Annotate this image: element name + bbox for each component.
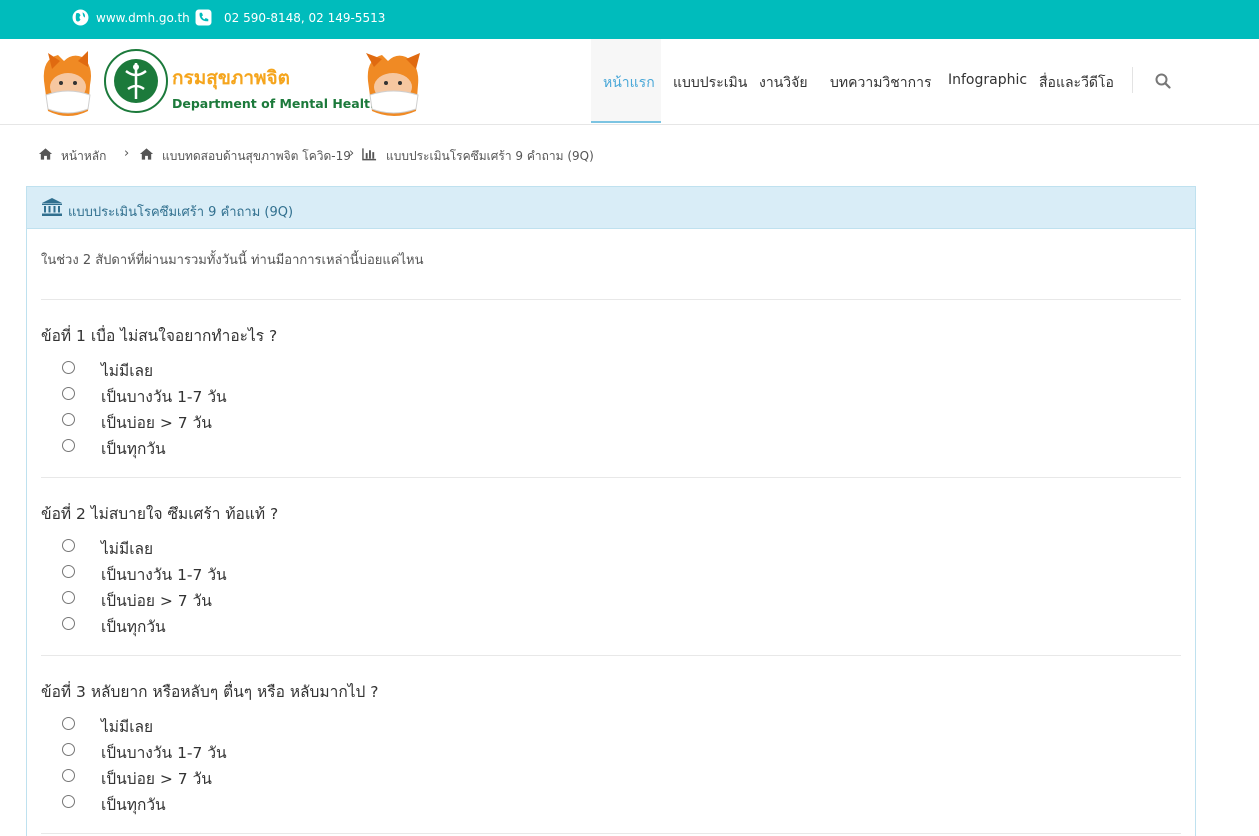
institution-icon [42,198,62,216]
question-title: ข้อที่ 3 หลับยาก หรือหลับๆ ตื่นๆ หรือ หล… [41,683,379,701]
option-none[interactable]: ไม่มีเลย [62,357,362,380]
mascot-right-icon [366,53,420,116]
ministry-seal-icon [104,49,168,113]
nav-item-media[interactable]: สื่อและวีดีโอ [1039,72,1114,94]
nav-item-assessment[interactable]: แบบประเมิน [673,72,747,94]
option-often[interactable]: เป็นบ่อย > 7 วัน [62,587,362,610]
option-some-days[interactable]: เป็นบางวัน 1-7 วัน [62,383,362,406]
brand-name-en: Department of Mental Health [172,96,379,111]
home-icon [139,148,154,160]
radio-button[interactable] [62,439,75,452]
bar-chart-icon [362,148,377,161]
divider [41,833,1181,834]
mascot-left-icon [43,51,91,116]
option-label: ไม่มีเลย [101,362,154,380]
option-every-day[interactable]: เป็นทุกวัน [62,791,362,814]
question-title: ข้อที่ 2 ไม่สบายใจ ซึมเศร้า ท้อแท้ ? [41,505,279,523]
brand-name-th: กรมสุขภาพจิต [172,67,291,89]
option-some-days[interactable]: เป็นบางวัน 1-7 วัน [62,739,362,762]
option-often[interactable]: เป็นบ่อย > 7 วัน [62,409,362,432]
radio-button[interactable] [62,617,75,630]
radio-button[interactable] [62,795,75,808]
radio-button[interactable] [62,387,75,400]
site-logo[interactable]: กรมสุขภาพจิต Department of Mental Health [38,47,430,127]
radio-button[interactable] [62,717,75,730]
site-header: กรมสุขภาพจิต Department of Mental Health… [0,39,1259,125]
radio-button[interactable] [62,565,75,578]
chevron-right-icon: › [349,146,355,161]
radio-button[interactable] [62,743,75,756]
radio-button[interactable] [62,769,75,782]
radio-button[interactable] [62,413,75,426]
question-title: ข้อที่ 1 เบื่อ ไม่สนใจอยากทำอะไร ? [41,327,278,345]
breadcrumb-home[interactable]: หน้าหลัก [61,147,106,166]
panel-title: แบบประเมินโรคซึมเศร้า 9 คำถาม (9Q) [68,205,294,220]
option-often[interactable]: เป็นบ่อย > 7 วัน [62,765,362,788]
assessment-instructions: ในช่วง 2 สัปดาห์ที่ผ่านมารวมทั้งวันนี้ ท… [41,253,424,268]
phone-icon [195,9,212,26]
top-contact-bar: www.dmh.go.th 02 590-8148, 02 149-5513 [0,0,1259,39]
option-label: เป็นบางวัน 1-7 วัน [101,388,227,406]
option-some-days[interactable]: เป็นบางวัน 1-7 วัน [62,561,362,584]
nav-item-home[interactable]: หน้าแรก [603,72,655,94]
radio-button[interactable] [62,591,75,604]
breadcrumb-current: แบบประเมินโรคซึมเศร้า 9 คำถาม (9Q) [386,149,594,163]
home-icon [38,148,53,160]
panel-heading: แบบประเมินโรคซึมเศร้า 9 คำถาม (9Q) [27,187,1195,229]
option-label: ไม่มีเลย [101,540,154,558]
option-label: เป็นทุกวัน [101,440,166,458]
search-icon[interactable] [1155,73,1171,89]
option-none[interactable]: ไม่มีเลย [62,535,362,558]
divider [41,477,1181,478]
breadcrumb-covid-tests[interactable]: แบบทดสอบด้านสุขภาพจิต โควิด-19 [162,147,351,166]
option-label: เป็นบางวัน 1-7 วัน [101,566,227,584]
option-label: เป็นบ่อย > 7 วัน [101,414,212,432]
nav-item-research[interactable]: งานวิจัย [759,72,808,94]
nav-item-articles[interactable]: บทความวิชาการ [830,72,932,94]
divider [41,299,1181,300]
phone-number[interactable]: 02 590-8148, 02 149-5513 [224,11,385,25]
option-label: เป็นบางวัน 1-7 วัน [101,744,227,762]
divider [41,655,1181,656]
globe-icon [72,9,89,26]
option-none[interactable]: ไม่มีเลย [62,713,362,736]
breadcrumb: หน้าหลัก › แบบทดสอบด้านสุขภาพจิต โควิด-1… [0,140,1259,172]
option-label: เป็นทุกวัน [101,796,166,814]
option-label: เป็นบ่อย > 7 วัน [101,592,212,610]
option-every-day[interactable]: เป็นทุกวัน [62,613,362,636]
option-label: เป็นทุกวัน [101,618,166,636]
radio-button[interactable] [62,361,75,374]
option-every-day[interactable]: เป็นทุกวัน [62,435,362,458]
assessment-panel: แบบประเมินโรคซึมเศร้า 9 คำถาม (9Q) ในช่ว… [26,186,1196,836]
option-label: เป็นบ่อย > 7 วัน [101,770,212,788]
radio-button[interactable] [62,539,75,552]
nav-item-infographic[interactable]: Infographic [948,72,1027,88]
website-link[interactable]: www.dmh.go.th [96,11,190,25]
nav-divider [1132,67,1133,93]
chevron-right-icon: › [124,146,130,161]
option-label: ไม่มีเลย [101,718,154,736]
